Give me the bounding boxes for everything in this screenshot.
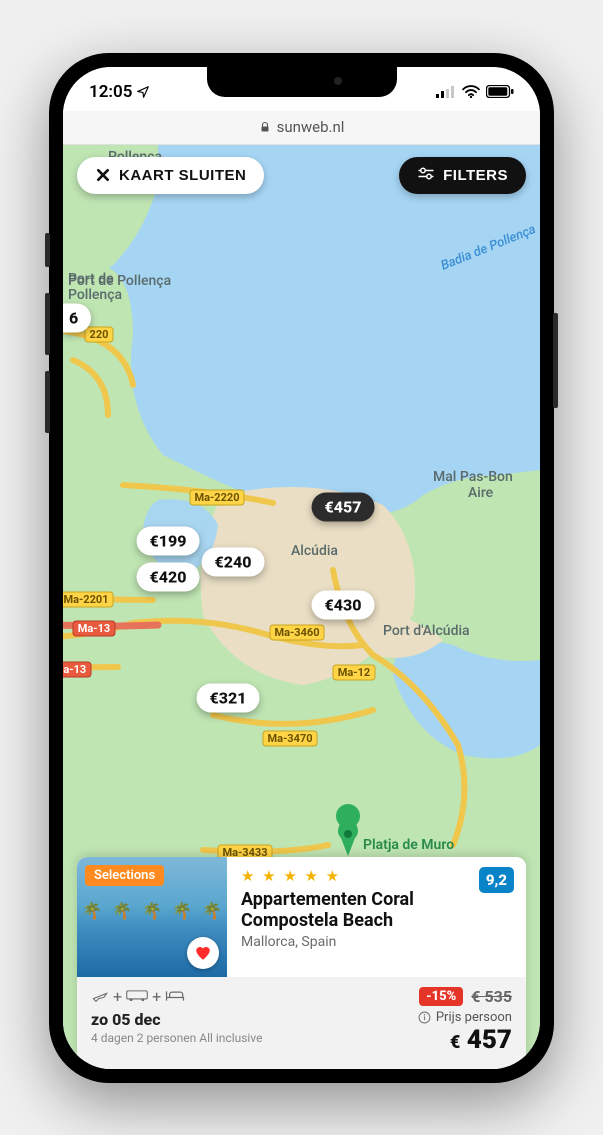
old-price: € 535: [471, 987, 512, 1006]
heart-icon: [194, 944, 212, 962]
status-time: 12:05: [89, 82, 132, 102]
filters-label: FILTERS: [443, 167, 508, 184]
browser-url-bar[interactable]: sunweb.nl: [63, 111, 540, 145]
svg-text:Ma-12: Ma-12: [338, 666, 370, 679]
discount-badge: -15%: [419, 987, 463, 1006]
star-rating: ★ ★ ★ ★ ★: [241, 867, 514, 885]
sliders-icon: [417, 167, 435, 183]
side-button: [553, 313, 558, 408]
amenities-icons: + +: [91, 987, 262, 1006]
info-icon: [418, 1011, 431, 1024]
bed-icon: [165, 989, 185, 1003]
svg-text:220: 220: [90, 328, 109, 341]
close-map-button[interactable]: KAART SLUITEN: [77, 157, 264, 194]
selections-badge: Selections: [85, 865, 164, 886]
location-icon: [136, 85, 150, 99]
svg-text:Platja de Muro: Platja de Muro: [363, 837, 454, 853]
close-icon: [95, 167, 111, 183]
svg-text:Ma-13: Ma-13: [78, 622, 110, 635]
svg-text:Ma-3460: Ma-3460: [274, 626, 319, 639]
url-text: sunweb.nl: [277, 118, 345, 136]
price-pin[interactable]: €321: [197, 683, 260, 712]
result-thumbnail: 🌴🌴🌴🌴🌴 Selections: [77, 857, 227, 977]
price-pin[interactable]: €240: [202, 547, 265, 576]
svg-text:Ma-13: Ma-13: [63, 663, 86, 676]
notch: [207, 67, 397, 97]
result-card[interactable]: 🌴🌴🌴🌴🌴 Selections ★ ★ ★ ★ ★ 9,2 Apparteme…: [77, 857, 526, 1069]
price-pin[interactable]: €430: [312, 590, 375, 619]
svg-text:Pollença: Pollença: [68, 287, 122, 303]
price-pin[interactable]: €199: [137, 526, 200, 555]
rating-badge: 9,2: [479, 867, 514, 893]
map-area[interactable]: Pollença Port de Pollença Port de Pollen…: [63, 145, 540, 1069]
svg-text:Mal Pas-Bon: Mal Pas-Bon: [433, 469, 513, 485]
svg-text:Alcúdia: Alcúdia: [291, 543, 338, 559]
bus-icon: [126, 989, 148, 1003]
side-button: [45, 371, 50, 433]
battery-icon: [486, 85, 514, 98]
svg-text:Ma-3470: Ma-3470: [267, 732, 312, 745]
cell-signal-icon: [436, 86, 456, 98]
svg-text:Ma-2201: Ma-2201: [63, 593, 108, 606]
favorite-button[interactable]: [187, 937, 219, 969]
phone-frame: 12:05: [49, 53, 554, 1083]
lock-icon: [259, 121, 271, 133]
svg-text:Ma-2220: Ma-2220: [194, 491, 239, 504]
price-pin[interactable]: €457: [312, 492, 375, 521]
close-map-label: KAART SLUITEN: [119, 167, 246, 184]
side-button: [45, 293, 50, 355]
result-title: Appartementen Coral Compostela Beach: [241, 889, 514, 932]
price-per-person-label: Prijs persoon: [436, 1010, 512, 1025]
trip-details: 4 dagen 2 personen All inclusive: [91, 1031, 262, 1045]
phone-screen: 12:05: [63, 67, 540, 1069]
departure-date: zo 05 dec: [91, 1010, 262, 1029]
filters-button[interactable]: FILTERS: [399, 157, 526, 194]
price: € 457: [418, 1025, 512, 1055]
side-button: [45, 233, 50, 267]
plane-icon: [91, 988, 109, 1004]
svg-text:Port de: Port de: [68, 271, 114, 287]
price-pin[interactable]: €420: [137, 562, 200, 591]
svg-text:Port d'Alcúdia: Port d'Alcúdia: [383, 623, 470, 639]
result-subtitle: Mallorca, Spain: [241, 934, 514, 950]
wifi-icon: [462, 85, 480, 98]
svg-text:Aire: Aire: [468, 485, 494, 501]
